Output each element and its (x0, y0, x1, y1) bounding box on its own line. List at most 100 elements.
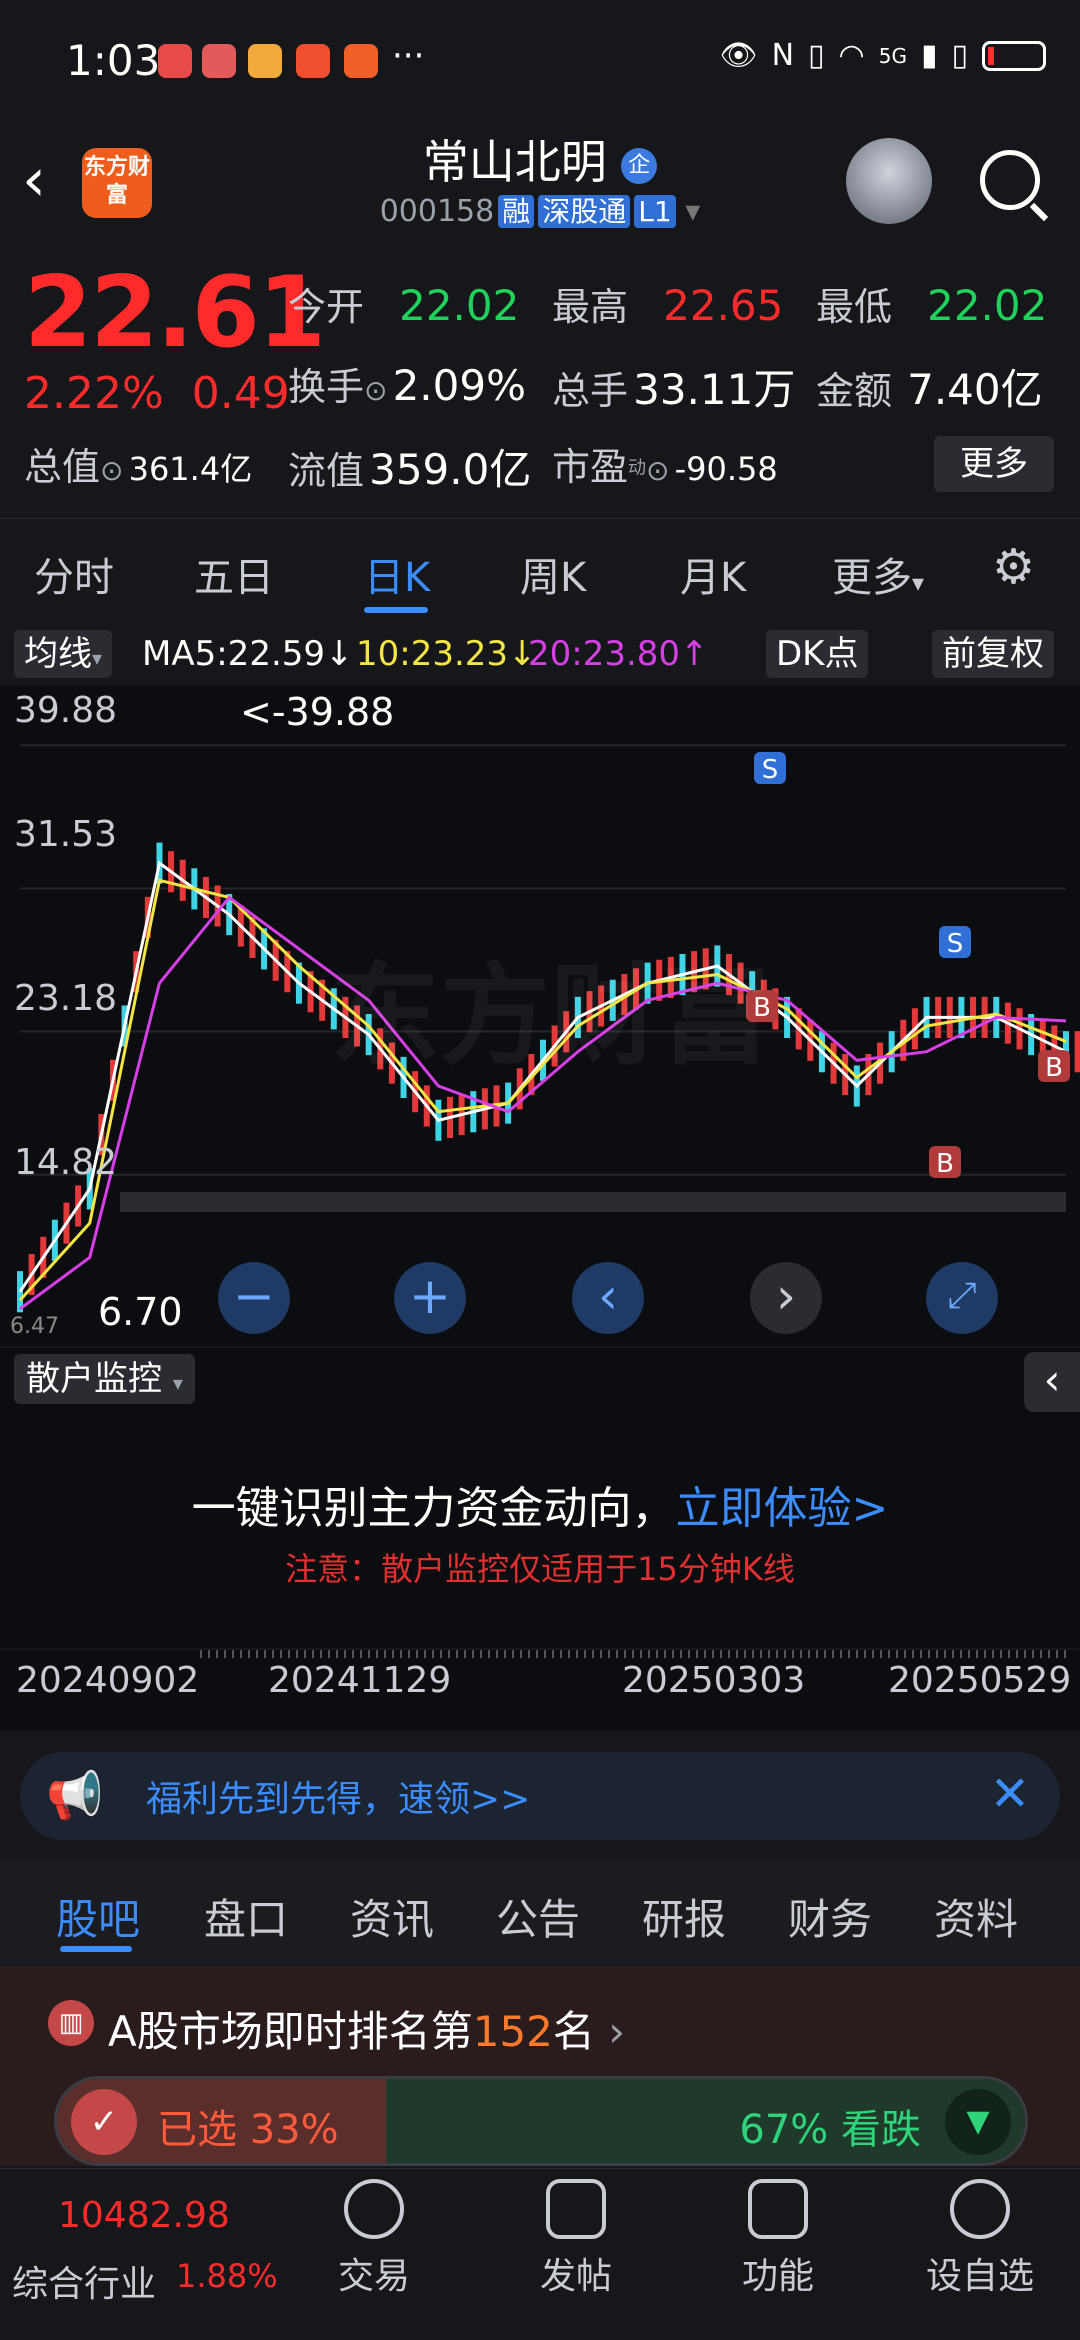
rank-icon: ▥ (48, 2000, 94, 2046)
trade-marker-label: S (947, 929, 964, 959)
date-label: 20240902 (16, 1660, 200, 1701)
info-icon[interactable]: ⊙ (364, 374, 387, 407)
zoom-in-button[interactable]: + (394, 1262, 466, 1334)
indicator-bar: 均线▾ MA5:22.59↓ 10:23.23↓ 20:23.80↑ DK点 前… (0, 624, 1080, 684)
promo-banner[interactable]: 📢 福利先到先得，速领>> ✕ (20, 1752, 1060, 1840)
scroll-right-button[interactable]: › (750, 1262, 822, 1334)
signal-icon-2: ▯ (951, 38, 968, 73)
tab-monthly-k[interactable]: 月K (680, 545, 746, 603)
index-ticker[interactable]: 10482.98 综合行业 1.88% (0, 2169, 280, 2340)
date-label: 20250529 (888, 1660, 1072, 1701)
bear-label: 67% 看跌 (739, 2107, 921, 2153)
quote-panel: 22.61 2.22% 0.49 今开 22.02 最高 22.65 最低 22… (0, 250, 1080, 515)
network-type: 5G (878, 43, 907, 68)
open-stat: 今开 22.02 (288, 276, 519, 331)
dropdown-icon: ▾ (92, 646, 103, 670)
tab-announcements[interactable]: 公告 (496, 1886, 580, 1947)
ma5-value: MA5:22.59↓ (142, 634, 354, 674)
try-now-link[interactable]: 立即体验> (676, 1483, 889, 1534)
tab-financials[interactable]: 财务 (788, 1886, 872, 1947)
market-rank-panel[interactable]: ▥ A股市场即时排名第152名 › ✓ 已选 33% 67% 看跌 ▼ (0, 1966, 1080, 2166)
status-time: 1:03 (66, 36, 161, 85)
nav-trade[interactable]: 交易 (274, 2179, 474, 2299)
float-label: 流值 (288, 449, 365, 493)
change-amount: 0.49 (191, 368, 290, 419)
monitor-selector[interactable]: 散户监控 ▾ (14, 1354, 195, 1404)
price-change: 2.22% 0.49 (24, 368, 290, 419)
monitor-selector-label: 散户监控 (26, 1359, 162, 1399)
tab-more-label: 更多 (832, 555, 912, 601)
scroll-left-button[interactable]: ‹ (572, 1262, 644, 1334)
ma-selector-label: 均线 (24, 634, 92, 674)
tab-intraday[interactable]: 分时 (34, 545, 114, 603)
fullscreen-button[interactable]: ⤢ (926, 1262, 998, 1334)
close-icon[interactable]: ✕ (990, 1766, 1030, 1822)
info-icon[interactable]: ⊙ (100, 454, 123, 487)
collapse-icon[interactable]: ‹ (1024, 1352, 1080, 1412)
notification-app-icon (344, 44, 378, 78)
low-stat: 最低 22.02 (816, 276, 1047, 331)
eye-icon: 👁 (719, 38, 758, 73)
mktcap-label: 总值 (24, 445, 101, 489)
zoom-out-button[interactable]: − (218, 1262, 290, 1334)
date-label: 20250303 (622, 1660, 806, 1701)
bear-vote-icon[interactable]: ▼ (945, 2089, 1011, 2155)
pe-value: -90.58 (674, 450, 778, 488)
info-icon[interactable]: ⊙ (646, 454, 669, 487)
tab-five-day[interactable]: 五日 (194, 545, 274, 603)
tab-more[interactable]: 更多▾ (832, 545, 924, 603)
date-label: 20241129 (268, 1660, 452, 1701)
more-stats-button[interactable]: 更多 (934, 436, 1054, 492)
notification-app-icon (296, 44, 330, 78)
nav-post[interactable]: 发帖 (476, 2179, 676, 2299)
y-tick: 14.82 (14, 1142, 118, 1183)
nfc-icon: N (771, 38, 795, 73)
tab-daily-k[interactable]: 日K (364, 545, 430, 603)
check-icon[interactable]: ✓ (71, 2089, 137, 2155)
index-percent: 1.88% (176, 2257, 278, 2295)
open-value: 22.02 (399, 281, 520, 330)
monitor-promo-text: 一键识别主力资金动向， (191, 1483, 676, 1534)
bottom-nav: 10482.98 综合行业 1.88% 交易 发帖 功能 设自选 (0, 2168, 1080, 2340)
dropdown-icon: ▾ (172, 1371, 183, 1395)
float-stat: 流值 359.0亿 (288, 436, 531, 497)
rank-number: 152 (472, 2007, 553, 2056)
tab-guba[interactable]: 股吧 (56, 1886, 140, 1947)
adjust-mode-button[interactable]: 前复权 (932, 630, 1054, 678)
info-tabs: 股吧 盘口 资讯 公告 研报 财务 资料 (0, 1860, 1080, 1964)
open-label: 今开 (288, 285, 365, 329)
bottom-price-label: 6.47 (10, 1314, 59, 1339)
chevron-right-icon: › (608, 2007, 626, 2056)
monitor-promo: 一键识别主力资金动向，立即体验> (0, 1472, 1080, 1536)
nav-post-label: 发帖 (539, 2256, 612, 2297)
float-value: 359.0亿 (369, 445, 532, 494)
dk-point-button[interactable]: DK点 (766, 630, 869, 678)
tab-weekly-k[interactable]: 周K (520, 545, 586, 603)
amount-label: 金额 (816, 369, 893, 413)
gear-icon[interactable]: ⚙ (992, 539, 1035, 595)
tab-profile[interactable]: 资料 (934, 1886, 1018, 1947)
stock-header: ‹ 东方财富 常山北明 企 000158 融深股通 L1 ▾ (0, 120, 1080, 248)
tab-order-book[interactable]: 盘口 (204, 1886, 288, 1947)
turnover-value: 2.09% (392, 361, 527, 410)
index-label: 综合行业 (12, 2264, 157, 2305)
sentiment-vote-bar[interactable]: ✓ 已选 33% 67% 看跌 ▼ (54, 2076, 1028, 2166)
tab-research[interactable]: 研报 (642, 1886, 726, 1947)
amount-stat: 金额 7.40亿 (816, 356, 1043, 417)
kline-chart[interactable]: SBSBB 39.88 31.53 23.18 14.82 <-39.88 6.… (0, 686, 1080, 1346)
volume-stat: 总手 33.11万 (552, 356, 795, 417)
nav-watchlist[interactable]: 设自选 (880, 2179, 1080, 2299)
retail-monitor-panel: 散户监控 ▾ ‹ 一键识别主力资金动向，立即体验> 注意：散户监控仅适用于15分… (0, 1348, 1080, 1648)
assistant-robot-icon[interactable] (846, 138, 932, 224)
mktcap-value: 361.4亿 (128, 450, 253, 488)
search-icon[interactable] (980, 150, 1040, 210)
change-percent: 2.22% (24, 368, 164, 419)
y-tick: 23.18 (14, 978, 118, 1019)
last-price: 22.61 (24, 256, 326, 370)
trade-marker-label: S (762, 755, 779, 785)
ma-selector[interactable]: 均线▾ (14, 630, 113, 678)
tab-news[interactable]: 资讯 (350, 1886, 434, 1947)
ma10-value: 10:23.23↓ (356, 634, 537, 674)
nav-functions[interactable]: 功能 (678, 2179, 878, 2299)
more-notifications: ··· (392, 36, 425, 76)
